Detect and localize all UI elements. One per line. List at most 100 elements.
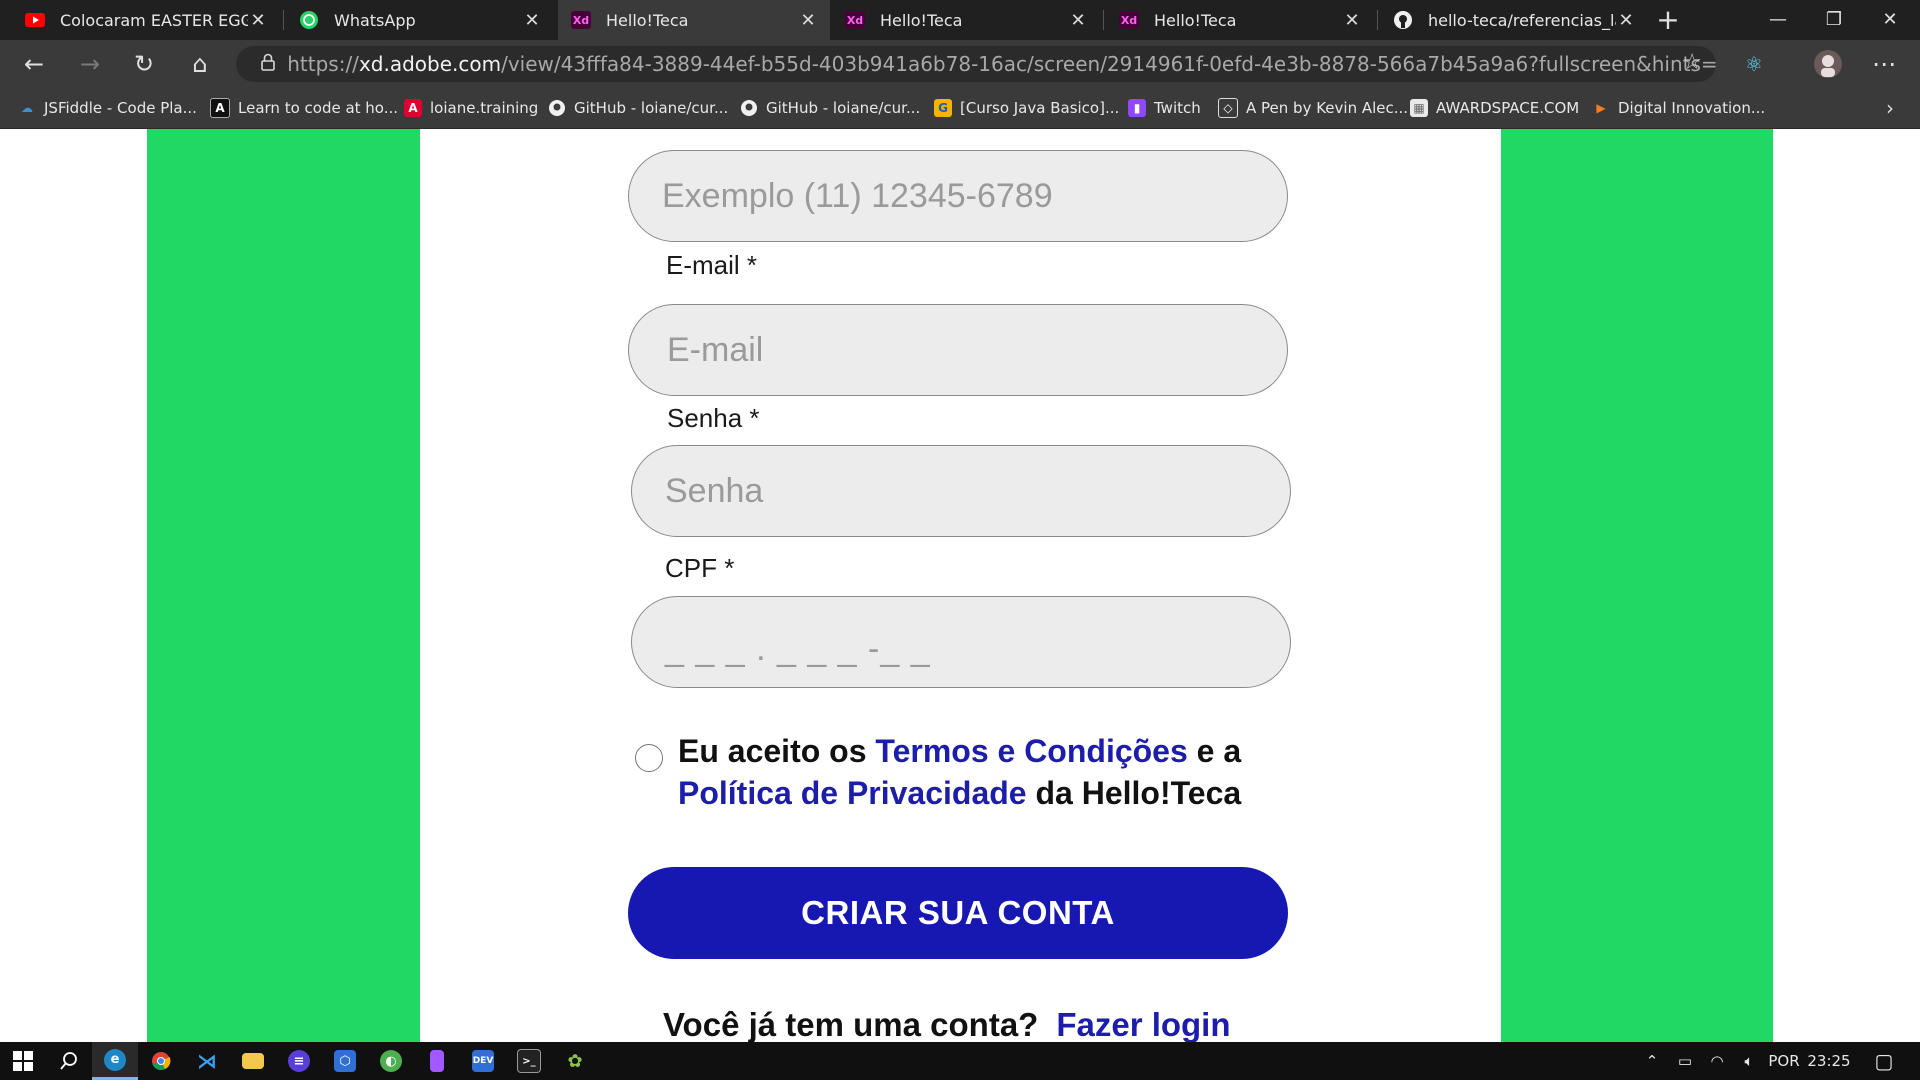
language-indicator[interactable]: POR <box>1764 1042 1804 1080</box>
bookmark-jsfiddle[interactable]: ☁ JSFiddle - Code Pla... <box>18 88 197 128</box>
course-icon: G <box>934 99 952 117</box>
new-tab-button[interactable]: + <box>1652 4 1684 36</box>
bookmark-twitch[interactable]: ▮ Twitch <box>1128 88 1201 128</box>
more-options-icon[interactable]: ⋯ <box>1866 46 1902 82</box>
create-account-button[interactable]: CRIAR SUA CONTA <box>628 867 1288 959</box>
tab-separator <box>283 10 284 30</box>
bookmark-codecademy[interactable]: A Learn to code at ho... <box>210 88 398 128</box>
bookmark-label: Twitch <box>1154 99 1201 117</box>
bookmark-codepen[interactable]: ◇ A Pen by Kevin Alec... <box>1218 88 1408 128</box>
bookmark-digital-innovation[interactable]: ▶ Digital Innovation... <box>1592 88 1765 128</box>
terminal-icon[interactable]: >_ <box>506 1042 552 1080</box>
right-green-panel <box>1501 129 1773 1042</box>
windows-start-icon[interactable] <box>0 1042 46 1080</box>
jsfiddle-icon: ☁ <box>21 101 33 115</box>
close-window-button[interactable]: ✕ <box>1862 0 1918 40</box>
email-input[interactable]: E-mail <box>628 304 1288 396</box>
address-bar[interactable]: https://xd.adobe.com/view/43fffa84-3889-… <box>236 46 1716 82</box>
restore-button[interactable]: ❐ <box>1806 0 1862 40</box>
cpf-placeholder: _ _ _ . _ _ _ -_ _ <box>665 629 931 668</box>
app-icon[interactable]: ≡ <box>276 1042 322 1080</box>
app-icon[interactable]: ⬡ <box>322 1042 368 1080</box>
favorite-star-icon[interactable]: ☆ <box>1682 50 1702 75</box>
password-label: Senha * <box>667 403 760 433</box>
terms-suffix: da Hello!Teca <box>1026 775 1242 811</box>
file-explorer-icon[interactable] <box>230 1042 276 1080</box>
refresh-button[interactable]: ↻ <box>126 46 162 82</box>
github-icon <box>548 99 566 117</box>
bookmarks-bar: ☁ JSFiddle - Code Pla... A Learn to code… <box>0 88 1920 129</box>
navigation-bar: ← → ↻ ⌂ https://xd.adobe.com/view/43fffa… <box>0 40 1920 88</box>
cpf-label: CPF * <box>665 553 735 583</box>
lock-icon <box>248 53 287 75</box>
password-input[interactable]: Senha <box>631 445 1291 537</box>
tab-whatsapp[interactable]: WhatsApp ✕ <box>286 0 554 40</box>
clock[interactable]: 23:25 <box>1804 1042 1854 1080</box>
react-devtools-icon[interactable]: ⚛ <box>1736 46 1772 82</box>
tab-title: Hello!Teca <box>606 10 689 30</box>
close-icon[interactable]: ✕ <box>1342 10 1362 31</box>
phone-input[interactable]: Exemplo (11) 12345-6789 <box>628 150 1288 242</box>
vscode-icon[interactable]: ⋊ <box>184 1042 230 1080</box>
tab-title: hello-teca/referencias_layout <box>1428 10 1616 30</box>
dio-icon: ▶ <box>1596 101 1606 115</box>
tab-title: Hello!Teca <box>880 10 963 30</box>
search-icon[interactable] <box>46 1042 92 1080</box>
twitch-icon: ▮ <box>1128 99 1146 117</box>
battery-icon[interactable]: ▭ <box>1670 1042 1700 1080</box>
close-icon[interactable]: ✕ <box>522 10 542 31</box>
login-link[interactable]: Fazer login <box>1056 1006 1230 1042</box>
login-prompt: Você já tem uma conta? Fazer login <box>663 1006 1231 1042</box>
awardspace-icon: ▦ <box>1410 99 1428 117</box>
bookmark-label: A Pen by Kevin Alec... <box>1246 99 1409 117</box>
page-viewport: Exemplo (11) 12345-6789 E-mail * E-mail … <box>0 129 1920 1042</box>
edge-browser-icon[interactable]: e <box>92 1042 138 1080</box>
phone-placeholder: Exemplo (11) 12345-6789 <box>662 176 1053 215</box>
github-icon <box>1392 9 1414 31</box>
bookmark-loiane-training[interactable]: A loiane.training <box>404 88 538 128</box>
bookmark-label: [Curso Java Basico]... <box>960 99 1120 117</box>
tab-github[interactable]: hello-teca/referencias_layout ✕ <box>1380 0 1648 40</box>
email-placeholder: E-mail <box>667 330 764 369</box>
tab-strip: Colocaram EASTER EGG na D ✕ WhatsApp ✕ X… <box>0 0 1920 40</box>
bookmark-curso-java[interactable]: G [Curso Java Basico]... <box>934 88 1119 128</box>
home-button[interactable]: ⌂ <box>182 46 218 82</box>
notification-icon[interactable]: ▢ <box>1864 1042 1904 1080</box>
volume-icon[interactable]: 🔈︎ <box>1734 1042 1764 1080</box>
privacy-link[interactable]: Política de Privacidade <box>678 775 1027 811</box>
wifi-icon[interactable]: ◠ <box>1702 1042 1732 1080</box>
tab-title: WhatsApp <box>334 10 416 30</box>
bookmark-label: loiane.training <box>430 99 539 117</box>
minimize-button[interactable]: — <box>1750 0 1806 40</box>
chrome-icon[interactable] <box>138 1042 184 1080</box>
accept-terms-radio[interactable] <box>635 744 663 772</box>
tab-title: Hello!Teca <box>1154 10 1237 30</box>
figma-icon[interactable] <box>414 1042 460 1080</box>
tab-hello-teca-active[interactable]: Xd Hello!Teca ✕ <box>558 0 830 40</box>
tab-hello-teca[interactable]: Xd Hello!Teca ✕ <box>1106 0 1374 40</box>
whatsapp-icon <box>298 9 320 31</box>
bookmark-github-2[interactable]: GitHub - loiane/cur... <box>740 88 920 128</box>
bookmark-awardspace[interactable]: ▦ AWARDSPACE.COM <box>1410 88 1579 128</box>
back-button[interactable]: ← <box>16 46 52 82</box>
tab-hello-teca[interactable]: Xd Hello!Teca ✕ <box>832 0 1100 40</box>
app-icon[interactable]: ◐ <box>368 1042 414 1080</box>
cpf-input[interactable]: _ _ _ . _ _ _ -_ _ <box>631 596 1291 688</box>
bookmark-label: Learn to code at ho... <box>238 99 399 117</box>
chevron-right-icon[interactable]: › <box>1886 88 1894 128</box>
devtools-icon[interactable]: DEV <box>460 1042 506 1080</box>
profile-avatar[interactable] <box>1810 46 1846 82</box>
close-icon[interactable]: ✕ <box>248 10 268 31</box>
forward-button[interactable]: → <box>72 46 108 82</box>
close-icon[interactable]: ✕ <box>1068 10 1088 31</box>
app-icon[interactable]: ✿ <box>552 1042 598 1080</box>
tab-youtube[interactable]: Colocaram EASTER EGG na D ✕ <box>12 0 280 40</box>
close-icon[interactable]: ✕ <box>798 10 818 31</box>
terms-link[interactable]: Termos e Condições <box>875 733 1187 769</box>
bookmark-github-1[interactable]: GitHub - loiane/cur... <box>548 88 728 128</box>
close-icon[interactable]: ✕ <box>1616 10 1636 31</box>
email-label: E-mail * <box>666 250 758 280</box>
adobe-xd-icon: Xd <box>844 9 866 31</box>
chevron-up-icon[interactable]: ⌃ <box>1640 1042 1664 1080</box>
codepen-icon: ◇ <box>1218 98 1238 118</box>
